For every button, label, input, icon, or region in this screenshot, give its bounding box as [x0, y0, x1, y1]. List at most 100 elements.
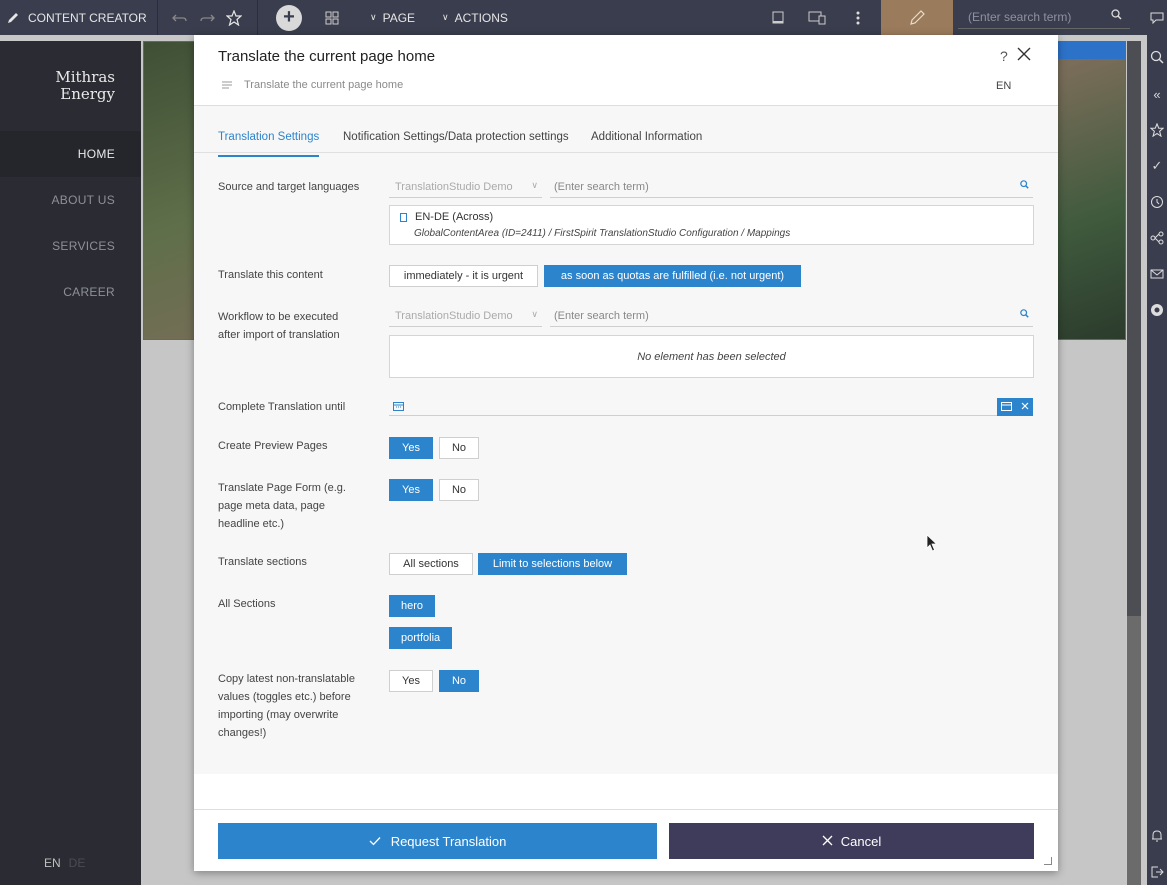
all-sections-label: All Sections — [218, 598, 276, 610]
checkmark-icon[interactable]: ✓ — [1149, 158, 1165, 174]
favorite-star-icon[interactable] — [226, 0, 242, 35]
request-translation-button[interactable]: Request Translation — [218, 823, 657, 859]
site-language-switch: EN DE — [44, 856, 85, 870]
source-target-select[interactable]: TranslationStudio Demo ∨ — [389, 178, 542, 198]
source-target-label: Source and target languages — [218, 181, 360, 193]
page-menu[interactable]: ∨ PAGE — [370, 0, 415, 35]
page-form-no-button[interactable]: No — [439, 479, 479, 501]
chevron-down-icon: ∨ — [370, 12, 377, 22]
section-toolbar[interactable] — [1046, 41, 1126, 59]
help-button[interactable]: ? — [1000, 48, 1008, 64]
translate-dialog: Translate the current page home ? Transl… — [194, 35, 1058, 871]
nav-item-home[interactable]: HOME — [78, 147, 115, 161]
date-actions — [997, 398, 1033, 416]
description-lines-icon — [222, 81, 232, 88]
logout-icon[interactable] — [1149, 864, 1165, 880]
copy-yes-button[interactable]: Yes — [389, 670, 433, 692]
checkmark-icon — [369, 834, 381, 849]
lang-en[interactable]: EN — [44, 856, 61, 870]
right-sidebar-toolbar: « ✓ — [1147, 0, 1167, 885]
mail-icon[interactable] — [1149, 266, 1165, 282]
workflow-label: Workflow to be executed after import of … — [218, 311, 340, 341]
search-icon[interactable] — [1149, 49, 1165, 65]
translate-sections-label: Translate sections — [218, 556, 307, 568]
translation-studio-icon[interactable] — [1149, 302, 1165, 318]
clear-date-icon[interactable] — [1021, 402, 1029, 413]
workflow-search-input[interactable]: (Enter search term) — [550, 307, 1033, 327]
comments-icon[interactable] — [1149, 10, 1165, 26]
mouse-cursor-icon — [926, 534, 938, 555]
preview-no-button[interactable]: No — [439, 437, 479, 459]
workflow-selection-box: No element has been selected — [389, 335, 1034, 378]
content-creator-label: CONTENT CREATOR — [6, 0, 147, 35]
dialog-title: Translate the current page home — [218, 48, 436, 65]
close-icon[interactable] — [1016, 46, 1032, 67]
nav-home-highlight — [0, 131, 141, 177]
divider — [194, 809, 1058, 810]
undo-icon[interactable] — [172, 0, 188, 35]
section-chip-hero[interactable]: hero — [389, 595, 436, 617]
chevron-down-icon: ∨ — [531, 309, 538, 319]
translate-content-label: Translate this content — [218, 269, 323, 281]
desktop-preview-icon[interactable] — [771, 0, 785, 35]
redo-icon[interactable] — [199, 0, 215, 35]
actions-menu[interactable]: ∨ ACTIONS — [442, 0, 508, 35]
tab-bar: Translation Settings Notification Settin… — [194, 106, 1058, 157]
nav-item-services[interactable]: SERVICES — [52, 239, 115, 253]
notification-bell-icon[interactable] — [1149, 828, 1165, 844]
workflow-select[interactable]: TranslationStudio Demo ∨ — [389, 307, 542, 327]
copy-no-button[interactable]: No — [439, 670, 479, 692]
tab-additional-information[interactable]: Additional Information — [591, 131, 702, 155]
document-icon — [400, 212, 407, 222]
add-button[interactable]: + — [276, 5, 302, 31]
urgent-option-button[interactable]: immediately - it is urgent — [389, 265, 538, 287]
star-icon[interactable] — [1149, 122, 1165, 138]
chevron-down-icon: ∨ — [442, 12, 449, 22]
workflow-icon[interactable] — [1149, 230, 1165, 246]
list-item[interactable]: EN-DE (Across) — [400, 211, 493, 223]
not-urgent-option-button[interactable]: as soon as quotas are fulfilled (i.e. no… — [544, 265, 801, 287]
lang-de[interactable]: DE — [69, 856, 86, 870]
pencil-icon — [910, 9, 925, 25]
preview-pages-label: Create Preview Pages — [218, 440, 328, 452]
preview-yes-button[interactable]: Yes — [389, 437, 433, 459]
cancel-button[interactable]: Cancel — [669, 823, 1034, 859]
more-vertical-icon[interactable] — [855, 0, 861, 35]
search-icon[interactable] — [1020, 180, 1029, 191]
tab-notification-settings[interactable]: Notification Settings/Data protection se… — [343, 131, 569, 155]
layout-grid-icon[interactable] — [325, 0, 339, 35]
site-navigation: Mithras Energy HOME ABOUT US SERVICES CA… — [0, 41, 141, 885]
date-input[interactable] — [389, 398, 1033, 416]
pencil-icon — [8, 12, 18, 23]
complete-until-label: Complete Translation until — [218, 401, 346, 413]
all-sections-button[interactable]: All sections — [389, 553, 473, 575]
mapping-path: GlobalContentArea (ID=2411) / FirstSpiri… — [414, 228, 791, 239]
site-logo[interactable]: Mithras Energy — [55, 69, 115, 103]
history-clock-icon[interactable] — [1149, 194, 1165, 210]
global-search-input[interactable]: (Enter search term) — [958, 5, 1130, 29]
top-toolbar: CONTENT CREATOR + ∨ PAGE ∨ ACTIONS (Ente… — [0, 0, 1167, 35]
search-icon[interactable] — [1020, 309, 1029, 320]
dialog-content: Translation Settings Notification Settin… — [194, 106, 1058, 774]
scrollbar-thumb[interactable] — [1127, 41, 1141, 616]
dialog-subtitle: Translate the current page home — [222, 79, 403, 91]
nav-item-about-us[interactable]: ABOUT US — [51, 193, 115, 207]
responsive-preview-icon[interactable] — [808, 0, 826, 35]
chevron-down-icon: ∨ — [531, 180, 538, 190]
collapse-icon[interactable]: « — [1149, 86, 1165, 102]
source-target-search-input[interactable]: (Enter search term) — [550, 178, 1033, 198]
calendar-icon — [393, 401, 404, 414]
nav-item-career[interactable]: CAREER — [63, 285, 115, 299]
search-icon[interactable] — [1111, 9, 1122, 23]
date-picker-icon[interactable] — [1001, 401, 1013, 414]
empty-selection-message: No element has been selected — [637, 350, 786, 363]
tab-translation-settings[interactable]: Translation Settings — [218, 131, 320, 157]
resize-handle[interactable] — [1044, 857, 1052, 865]
limit-sections-button[interactable]: Limit to selections below — [478, 553, 627, 575]
section-chip-portfolia[interactable]: portfolia — [389, 627, 453, 649]
close-icon — [822, 834, 833, 849]
dialog-language[interactable]: EN — [996, 80, 1011, 92]
page-form-yes-button[interactable]: Yes — [389, 479, 433, 501]
preview-scrollbar[interactable] — [1127, 41, 1141, 885]
edit-mode-button[interactable] — [881, 0, 953, 35]
